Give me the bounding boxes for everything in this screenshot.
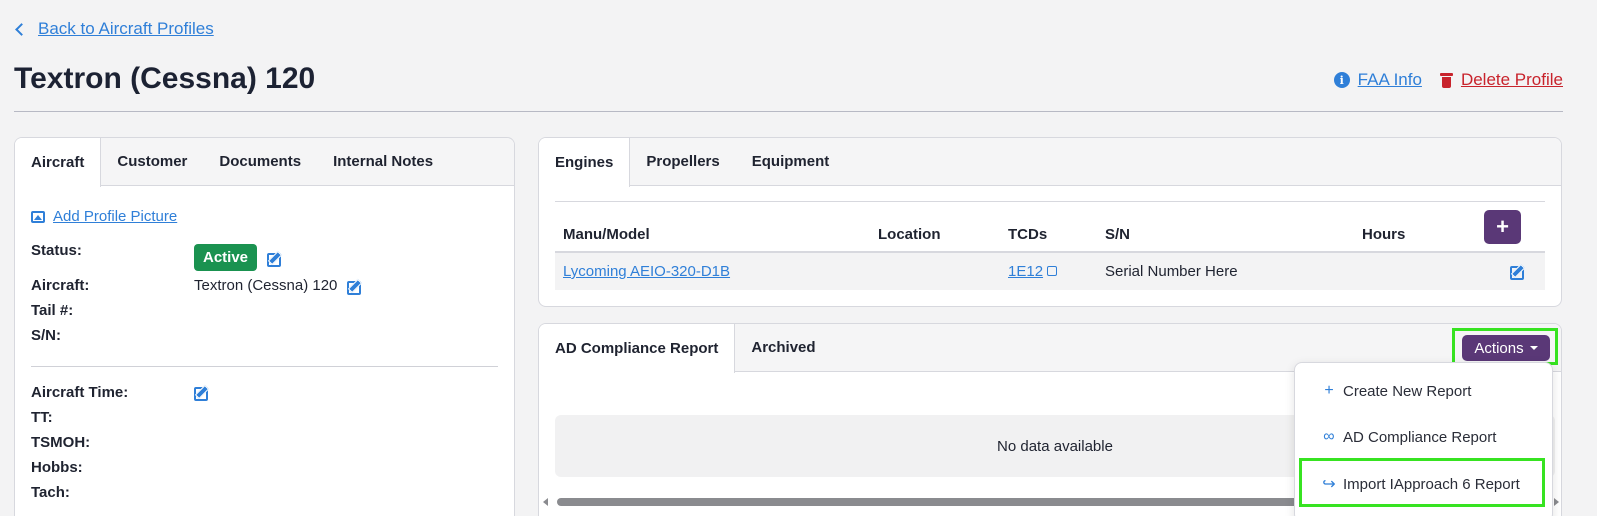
engines-table: Manu/Model Location TCDs S/N Hours + Lyc…	[555, 201, 1545, 290]
add-profile-picture-link[interactable]: Add Profile Picture	[31, 208, 498, 225]
engines-card: Engines Propellers Equipment Manu/Model …	[538, 137, 1562, 307]
scroll-right-icon[interactable]	[1554, 498, 1559, 506]
sn-label: S/N:	[31, 327, 61, 344]
tach-label: Tach:	[31, 484, 70, 501]
col-manu-model: Manu/Model	[563, 226, 650, 243]
engine-model-link[interactable]: Lycoming AEIO-320-D1B	[563, 263, 730, 280]
engines-table-header: Manu/Model Location TCDs S/N Hours +	[555, 201, 1545, 253]
hobbs-label: Hobbs:	[31, 459, 83, 476]
status-label: Status:	[31, 242, 82, 259]
aircraft-time-edit	[194, 385, 208, 401]
tail-label: Tail #:	[31, 302, 74, 319]
tt-label: TT:	[31, 409, 53, 426]
aircraft-tabs: Aircraft Customer Documents Internal Not…	[15, 138, 514, 187]
tab-aircraft[interactable]: Aircraft	[15, 138, 102, 187]
menu-item-ad-compliance-report[interactable]: ∞ AD Compliance Report	[1321, 428, 1496, 446]
add-engine-button[interactable]: +	[1484, 210, 1521, 244]
actions-highlight: Actions	[1452, 328, 1558, 365]
edit-aircraft-icon[interactable]	[347, 279, 362, 295]
engine-tabs: Engines Propellers Equipment	[539, 138, 1561, 187]
menu-item-label: AD Compliance Report	[1343, 428, 1497, 446]
header-actions: i FAA Info Delete Profile	[1333, 70, 1563, 90]
menu-item-label: Create New Report	[1343, 382, 1472, 400]
aircraft-value-text: Textron (Cessna) 120	[194, 277, 338, 294]
aircraft-details: Add Profile Picture Status: Active Aircr…	[15, 186, 514, 516]
back-link-label[interactable]: Back to Aircraft Profiles	[38, 19, 214, 39]
aircraft-value: Textron (Cessna) 120	[194, 277, 362, 295]
image-icon	[31, 210, 45, 223]
trash-icon	[1439, 72, 1453, 88]
tab-documents[interactable]: Documents	[203, 138, 317, 185]
info-icon: i	[1333, 72, 1350, 88]
link-icon: ∞	[1323, 428, 1335, 445]
plus-icon: +	[1324, 382, 1334, 399]
tab-equipment[interactable]: Equipment	[736, 138, 846, 185]
col-sn: S/N	[1105, 226, 1131, 243]
import-report-highlight	[1299, 458, 1545, 507]
status-badge: Active	[194, 244, 258, 271]
menu-item-create-new-report[interactable]: + Create New Report	[1321, 382, 1471, 400]
aircraft-label: Aircraft:	[31, 277, 90, 294]
scroll-left-icon[interactable]	[543, 498, 548, 506]
tab-propellers[interactable]: Propellers	[630, 138, 735, 185]
actions-button[interactable]: Actions	[1462, 335, 1550, 361]
external-link-icon	[1047, 266, 1058, 276]
tab-ad-compliance-report[interactable]: AD Compliance Report	[539, 324, 736, 373]
add-profile-picture-label[interactable]: Add Profile Picture	[53, 208, 177, 225]
engine-sn: Serial Number Here	[1105, 263, 1238, 280]
aircraft-time-label: Aircraft Time:	[31, 384, 129, 401]
tab-engines[interactable]: Engines	[539, 138, 631, 187]
details-divider	[31, 366, 498, 367]
tcds-link[interactable]: 1E12	[1008, 263, 1058, 280]
col-tcds: TCDs	[1008, 226, 1048, 243]
delete-profile-link[interactable]: Delete Profile	[1439, 70, 1563, 90]
edit-engine-icon[interactable]	[1510, 264, 1524, 280]
tab-customer[interactable]: Customer	[101, 138, 203, 185]
back-link[interactable]: Back to Aircraft Profiles	[14, 19, 214, 39]
chevron-left-icon	[15, 22, 28, 36]
col-location: Location	[878, 226, 941, 243]
header-divider	[14, 111, 1563, 112]
delete-profile-label[interactable]: Delete Profile	[1461, 70, 1563, 90]
tab-internal-notes[interactable]: Internal Notes	[317, 138, 449, 185]
faa-info-label[interactable]: FAA Info	[1358, 70, 1422, 90]
edit-status-icon[interactable]	[267, 251, 282, 267]
edit-time-icon[interactable]	[194, 385, 208, 401]
aircraft-card: Aircraft Customer Documents Internal Not…	[14, 137, 515, 516]
tsmoh-label: TSMOH:	[31, 434, 91, 451]
status-value: Active	[194, 244, 282, 271]
col-hours: Hours	[1362, 226, 1406, 243]
page-title: Textron (Cessna) 120	[14, 62, 316, 95]
tab-archived[interactable]: Archived	[735, 324, 831, 371]
table-row: Lycoming AEIO-320-D1B 1E12 Serial Number…	[555, 253, 1545, 290]
faa-info-link[interactable]: i FAA Info	[1333, 70, 1422, 90]
tcds-link-label[interactable]: 1E12	[1008, 263, 1043, 280]
actions-button-label: Actions	[1474, 339, 1524, 357]
caret-down-icon	[1529, 346, 1538, 350]
